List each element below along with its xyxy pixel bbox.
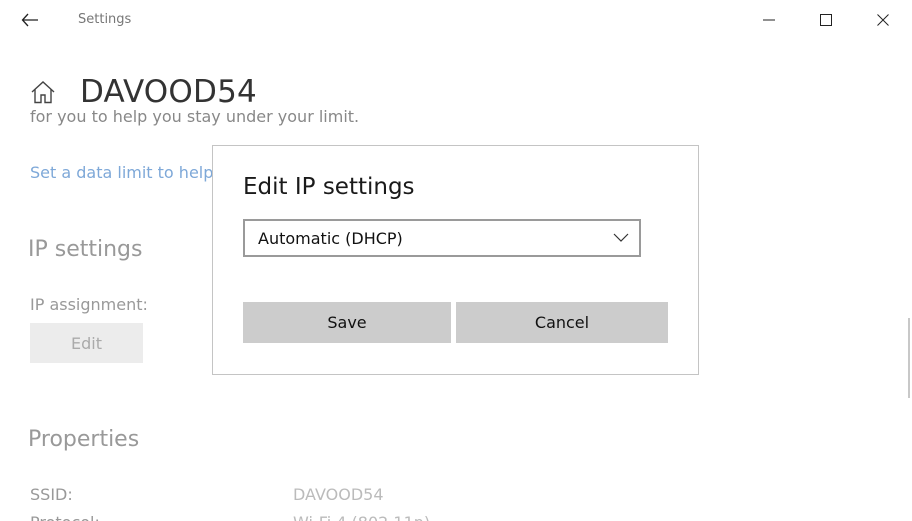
edit-ip-settings-dialog: Edit IP settings Automatic (DHCP) Save C… [212,145,699,375]
properties-heading: Properties [28,427,140,452]
ssid-label: SSID: [30,485,73,504]
edit-ip-button[interactable]: Edit [30,323,143,363]
page-header: DAVOOD54 [30,70,257,114]
page-title: DAVOOD54 [80,74,257,110]
dropdown-selected-value: Automatic (DHCP) [258,229,403,248]
cancel-button[interactable]: Cancel [456,302,668,343]
settings-window: Settings for you to help you stay under … [0,0,912,521]
ip-assignment-label: IP assignment: [30,295,148,314]
chevron-down-icon [613,233,629,242]
save-button[interactable]: Save [243,302,451,343]
scrollbar[interactable] [908,318,910,398]
ssid-value: DAVOOD54 [293,485,384,504]
dialog-title: Edit IP settings [243,174,415,200]
protocol-label: Protocol: [30,513,100,521]
protocol-value: Wi-Fi 4 (802.11n) [293,513,430,521]
ip-assignment-dropdown[interactable]: Automatic (DHCP) [243,219,641,257]
ip-settings-heading: IP settings [28,237,143,262]
home-icon[interactable] [30,79,56,105]
